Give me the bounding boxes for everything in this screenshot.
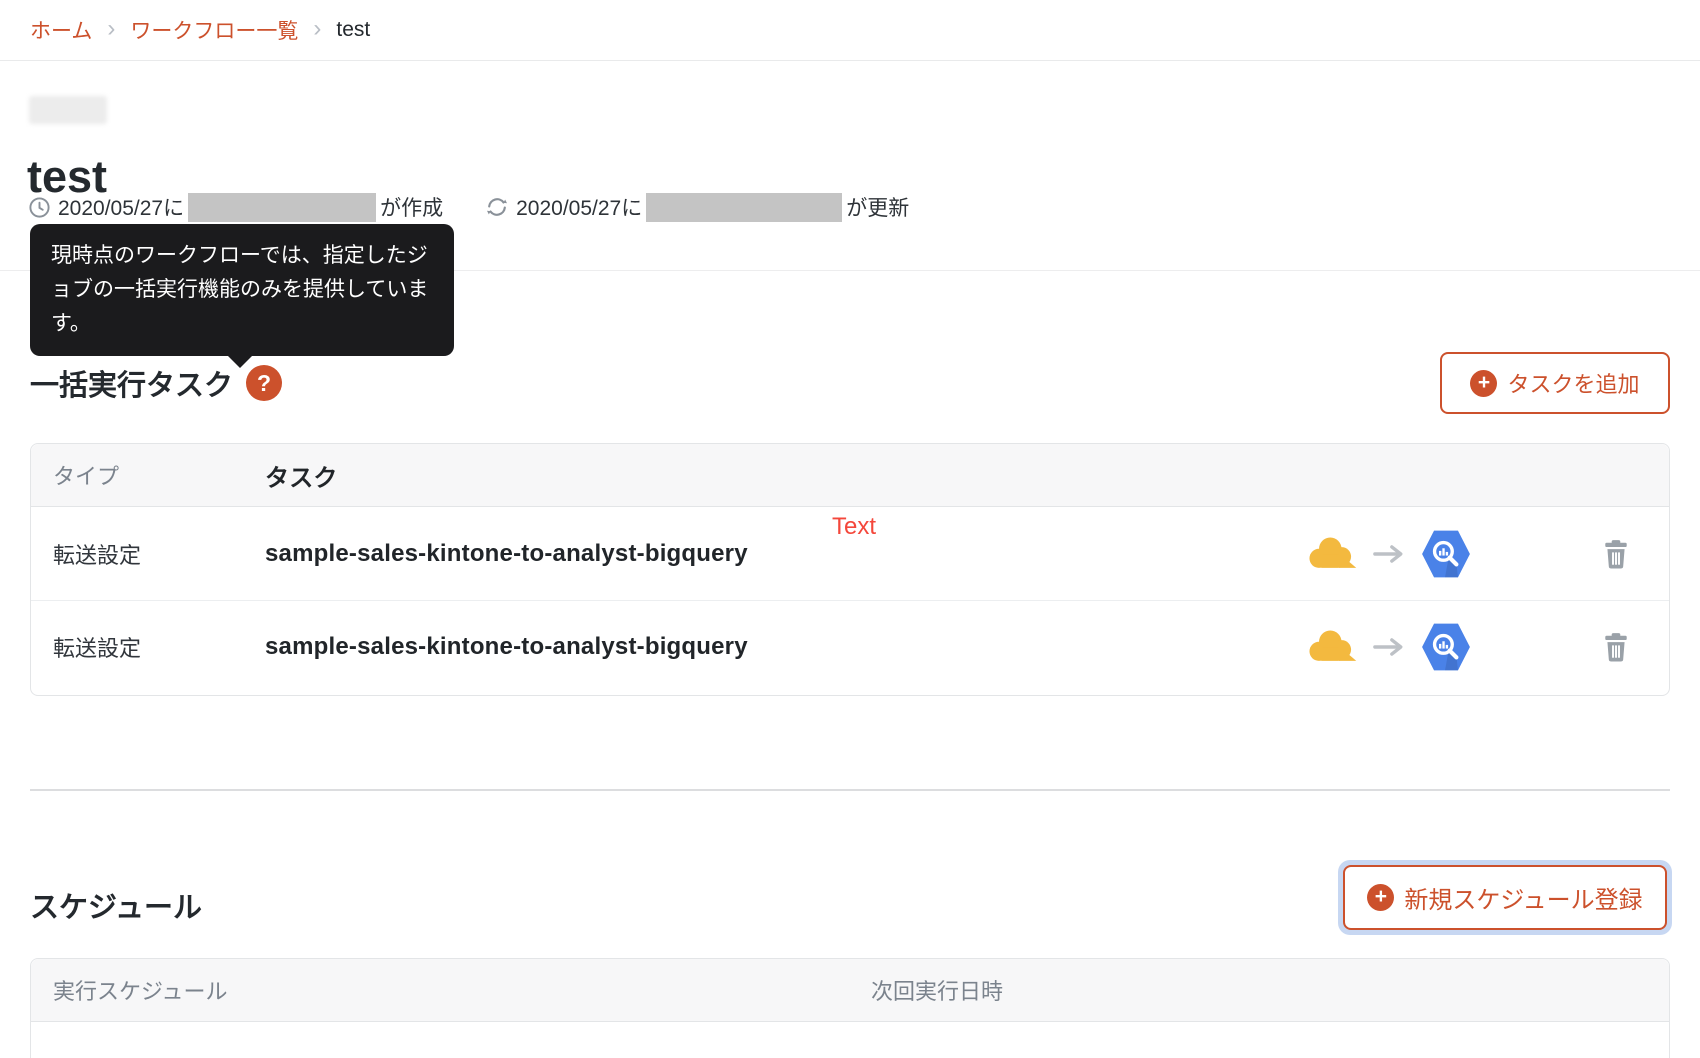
new-schedule-button-label: 新規スケジュール登録 xyxy=(1404,887,1643,914)
tasks-table: タイプ タスク 転送設定 sample-sales-kintone-to-ana… xyxy=(30,443,1670,696)
focus-ring: + 新規スケジュール登録 xyxy=(1338,860,1672,935)
schedule-section-title: スケジュール xyxy=(30,892,202,924)
annotation-text: Text xyxy=(832,513,877,540)
updated-suffix: が更新 xyxy=(846,197,910,220)
kintone-logo-icon xyxy=(1309,537,1357,568)
task-type: 転送設定 xyxy=(53,636,142,661)
help-tooltip: 現時点のワークフローでは、指定したジョブの一括実行機能のみを提供しています。 xyxy=(30,224,454,368)
column-header-next-run: 次回実行日時 xyxy=(871,979,1004,1004)
clock-icon xyxy=(29,196,50,218)
breadcrumb-link-workflow-list[interactable]: ワークフロー一覧 xyxy=(130,15,298,45)
redacted-updater-name xyxy=(646,192,843,222)
bigquery-logo-icon xyxy=(1422,623,1470,671)
delete-task-button[interactable] xyxy=(1603,632,1629,662)
new-schedule-button[interactable]: + 新規スケジュール登録 xyxy=(1343,865,1667,930)
trash-icon xyxy=(1605,539,1627,568)
chevron-right-icon: › xyxy=(107,15,116,42)
column-header-task: タスク xyxy=(265,464,338,492)
tasks-section-title: 一括実行タスク xyxy=(30,370,234,402)
plus-icon: + xyxy=(1470,369,1498,397)
schedule-table: 実行スケジュール 次回実行日時 xyxy=(30,958,1670,1058)
workflow-meta: 2020/05/27に が作成 2020/05/27に が更新 xyxy=(28,192,909,222)
task-name: sample-sales-kintone-to-analyst-bigquery xyxy=(265,539,748,567)
arrow-right-icon xyxy=(1373,638,1403,656)
delete-task-button[interactable] xyxy=(1603,539,1629,569)
pipeline-icons xyxy=(1306,621,1472,673)
task-type: 転送設定 xyxy=(53,542,142,568)
created-date: 2020/05/27に xyxy=(58,197,185,220)
chevron-right-icon: › xyxy=(313,15,322,42)
column-header-type: タイプ xyxy=(53,464,120,489)
column-header-schedule: 実行スケジュール xyxy=(53,979,228,1004)
breadcrumb: ホーム › ワークフロー一覧 › test xyxy=(0,0,1700,61)
redacted-creator-name xyxy=(188,192,377,222)
task-name: sample-sales-kintone-to-analyst-bigquery xyxy=(265,633,748,660)
kintone-logo-icon xyxy=(1309,630,1357,661)
refresh-icon xyxy=(487,198,508,216)
help-tooltip-text: 現時点のワークフローでは、指定したジョブの一括実行機能のみを提供しています。 xyxy=(51,244,429,335)
add-task-button-label: タスクを追加 xyxy=(1507,372,1640,397)
created-suffix: が作成 xyxy=(380,197,444,220)
bigquery-logo-icon xyxy=(1422,530,1470,577)
redacted-label-block xyxy=(29,96,107,124)
schedule-table-header: 実行スケジュール 次回実行日時 xyxy=(31,959,1669,1022)
trash-icon xyxy=(1605,633,1627,662)
table-row: 転送設定 sample-sales-kintone-to-analyst-big… xyxy=(31,600,1669,693)
breadcrumb-link-home[interactable]: ホーム xyxy=(30,15,92,45)
plus-icon: + xyxy=(1367,884,1395,911)
section-divider xyxy=(30,789,1670,791)
breadcrumb-current: test xyxy=(336,18,371,41)
tasks-table-header: タイプ タスク xyxy=(31,444,1669,507)
add-task-button[interactable]: + タスクを追加 xyxy=(1440,352,1670,414)
schedule-section-header: スケジュール xyxy=(30,884,202,926)
pipeline-icons xyxy=(1306,528,1472,580)
workflow-detail-page: ホーム › ワークフロー一覧 › test test 2020/05/27に が… xyxy=(0,0,1700,1058)
arrow-right-icon xyxy=(1373,544,1403,563)
updated-date: 2020/05/27に xyxy=(516,197,643,220)
